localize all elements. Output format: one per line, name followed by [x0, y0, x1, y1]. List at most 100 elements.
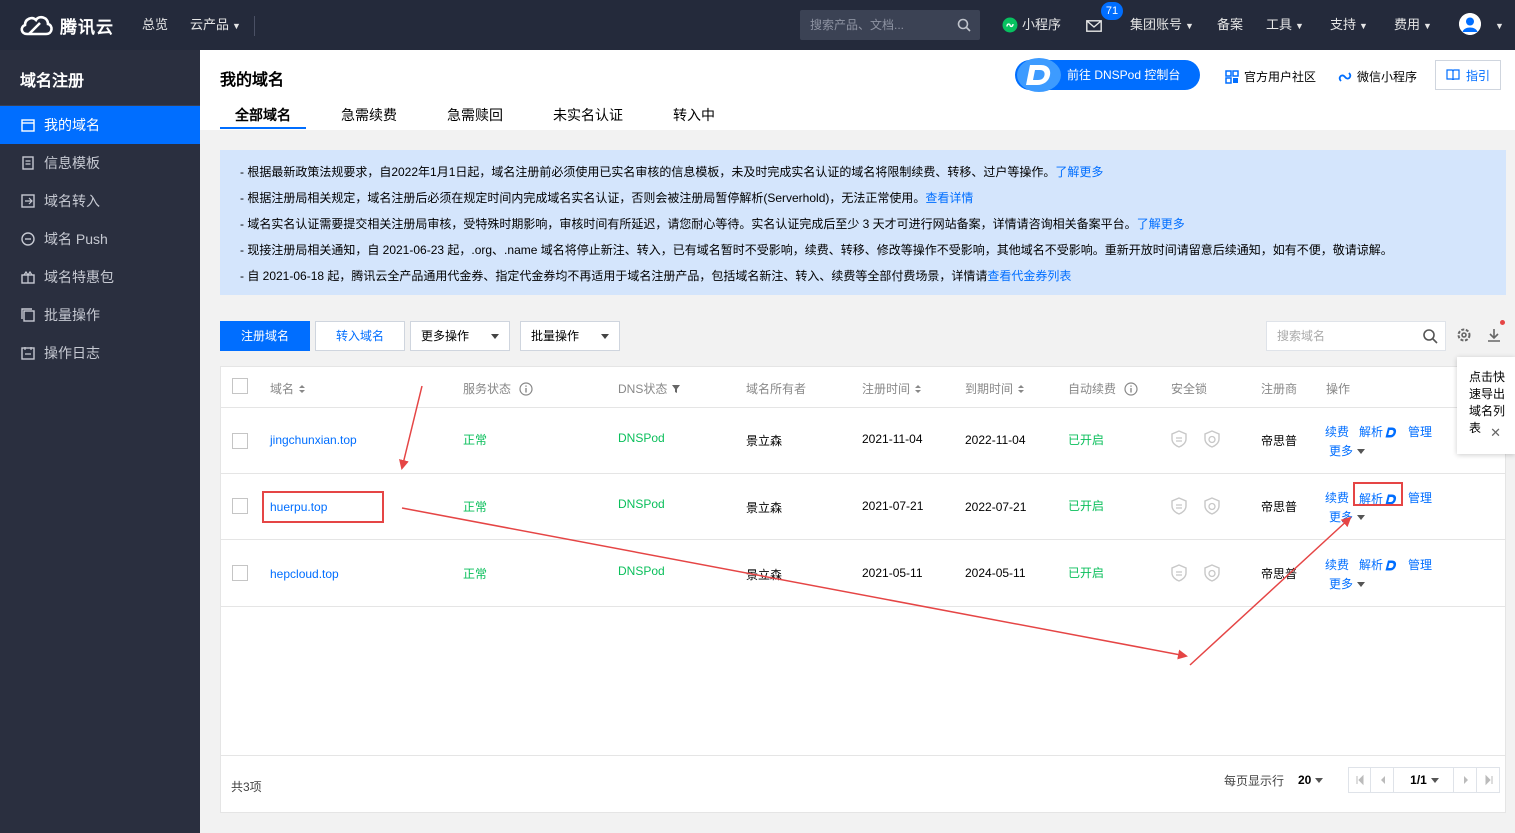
per-page-select[interactable]: 20	[1298, 773, 1324, 787]
more-action[interactable]: 更多	[1329, 575, 1366, 592]
page-select[interactable]: 1/1	[1396, 768, 1454, 792]
renew-action[interactable]: 续费	[1325, 423, 1349, 440]
nav-beian[interactable]: 备案	[1217, 0, 1243, 50]
resolve-action[interactable]: 解析	[1359, 556, 1397, 573]
select-all-checkbox[interactable]	[232, 378, 248, 394]
column-header-dns[interactable]: DNS状态	[618, 380, 681, 397]
user-avatar[interactable]	[1459, 13, 1481, 35]
column-header-exp-time[interactable]: 到期时间	[965, 380, 1025, 397]
sidebar-item-domain-transfer[interactable]: 域名转入	[0, 182, 200, 220]
domain-search-input[interactable]	[1267, 322, 1417, 350]
sidebar: 域名注册 我的域名 信息模板 域名转入 域名 Push 域名特惠包 批量操作 操…	[0, 50, 200, 833]
template-icon	[22, 156, 34, 170]
tab-urgent-renew[interactable]: 急需续费	[341, 105, 397, 131]
domain-owner: 景立森	[746, 568, 783, 582]
gear-icon[interactable]	[1456, 327, 1472, 343]
sidebar-item-info-template[interactable]: 信息模板	[0, 144, 200, 182]
batch-ops-dropdown[interactable]: 批量操作	[520, 321, 620, 351]
community-link[interactable]: 官方用户社区	[1225, 68, 1316, 85]
domain-link[interactable]: jingchunxian.top	[270, 433, 357, 447]
sidebar-item-label: 域名 Push	[44, 231, 108, 247]
registrar: 帝思普	[1261, 434, 1298, 448]
last-page-button[interactable]	[1478, 768, 1500, 792]
wechat-mini-link[interactable]: 微信小程序	[1338, 68, 1417, 85]
sidebar-item-my-domains[interactable]: 我的域名	[0, 106, 200, 144]
message-button[interactable]	[1086, 0, 1102, 50]
notice-link[interactable]: 查看代金券列表	[987, 269, 1071, 283]
update-lock-icon[interactable]	[1203, 497, 1221, 515]
notice-link[interactable]: 查看详情	[925, 191, 973, 205]
update-lock-icon[interactable]	[1203, 564, 1221, 582]
row-checkbox[interactable]	[232, 433, 248, 449]
nav-products[interactable]: 云产品 ▼	[190, 0, 241, 50]
column-header-lock: 安全锁	[1171, 380, 1207, 397]
sidebar-item-domain-package[interactable]: 域名特惠包	[0, 258, 200, 296]
renew-action[interactable]: 续费	[1325, 556, 1349, 573]
transfer-in-button[interactable]: 转入域名	[315, 321, 405, 351]
nav-group-account[interactable]: 集团账号 ▼	[1130, 0, 1194, 50]
more-action[interactable]: 更多	[1329, 442, 1366, 459]
guide-button[interactable]: 指引	[1435, 60, 1501, 90]
apps-icon	[1225, 69, 1239, 84]
notice-text: - 域名实名认证需要提交相关注册局审核，受特殊时期影响，审核时间有所延迟，请您耐…	[240, 217, 1137, 231]
nav-tools[interactable]: 工具 ▼	[1266, 0, 1304, 50]
first-page-icon	[1356, 774, 1364, 786]
global-search-input[interactable]	[800, 10, 950, 40]
more-ops-dropdown[interactable]: 更多操作	[410, 321, 510, 351]
first-page-button[interactable]	[1349, 768, 1371, 792]
avatar-menu-caret[interactable]: ▼	[1492, 0, 1504, 50]
manage-action[interactable]: 管理	[1408, 556, 1432, 573]
caret-down-icon	[1315, 778, 1324, 784]
manage-action[interactable]: 管理	[1408, 489, 1432, 506]
notice-link[interactable]: 了解更多	[1137, 217, 1185, 231]
next-page-button[interactable]	[1455, 768, 1477, 792]
manage-action[interactable]: 管理	[1408, 423, 1432, 440]
domain-link[interactable]: hepcloud.top	[270, 567, 339, 581]
row-checkbox[interactable]	[232, 565, 248, 581]
tab-unverified[interactable]: 未实名认证	[553, 105, 623, 131]
chevron-down-icon: ▼	[1185, 21, 1194, 31]
download-icon[interactable]	[1486, 327, 1502, 343]
sidebar-item-batch-ops[interactable]: 批量操作	[0, 296, 200, 334]
prev-page-button[interactable]	[1372, 768, 1394, 792]
miniprogram-label: 小程序	[1022, 17, 1062, 32]
register-domain-button[interactable]: 注册域名	[220, 321, 310, 351]
column-header-reg-time[interactable]: 注册时间	[862, 380, 922, 397]
column-header-domain[interactable]: 域名	[270, 380, 306, 397]
close-icon[interactable]: ✕	[1490, 424, 1501, 441]
renew-action[interactable]: 续费	[1325, 489, 1349, 506]
user-icon	[1459, 13, 1481, 35]
nav-overview[interactable]: 总览	[142, 0, 168, 50]
nav-billing[interactable]: 费用 ▼	[1394, 0, 1432, 50]
wechat-mini-label: 微信小程序	[1357, 70, 1418, 84]
page-title: 我的域名	[220, 72, 285, 89]
nav-support[interactable]: 支持 ▼	[1330, 0, 1368, 50]
sidebar-item-label: 我的域名	[44, 117, 100, 133]
transfer-lock-icon[interactable]	[1170, 497, 1188, 515]
info-icon[interactable]	[519, 381, 533, 396]
tab-transferring[interactable]: 转入中	[673, 105, 715, 131]
transfer-lock-icon[interactable]	[1170, 430, 1188, 448]
domain-table: 域名 服务状态 DNS状态 域名所有者 注册时间 到期时间 自动续费 安全锁 注…	[220, 366, 1506, 813]
resolve-action[interactable]: 解析	[1359, 423, 1397, 440]
nav-miniprogram[interactable]: 小程序	[1002, 0, 1061, 50]
more-ops-label: 更多操作	[421, 329, 470, 343]
more-action[interactable]: 更多	[1329, 508, 1366, 525]
search-icon[interactable]	[1422, 328, 1438, 344]
notice-link[interactable]: 了解更多	[1055, 165, 1103, 179]
transfer-lock-icon[interactable]	[1170, 564, 1188, 582]
sort-icon	[1018, 384, 1025, 393]
log-icon	[21, 347, 35, 360]
tencent-cloud-logo[interactable]: 腾讯云	[18, 11, 114, 39]
search-icon[interactable]	[957, 18, 971, 32]
page-header: 我的域名 前往 DNSPod 控制台 官方用户社区 微信小程序 指引 全部域名 …	[200, 50, 1515, 130]
sidebar-item-op-log[interactable]: 操作日志	[0, 334, 200, 372]
notice-line: - 域名实名认证需要提交相关注册局审核，受特殊时期影响，审核时间有所延迟，请您耐…	[240, 215, 1185, 232]
info-icon[interactable]	[1124, 381, 1138, 396]
sidebar-item-domain-push[interactable]: 域名 Push	[0, 220, 200, 258]
dnspod-console-button[interactable]: 前往 DNSPod 控制台	[1015, 58, 1200, 92]
tab-urgent-redeem[interactable]: 急需赎回	[447, 105, 503, 131]
row-checkbox[interactable]	[232, 498, 248, 514]
column-header-label: 安全锁	[1171, 382, 1208, 396]
update-lock-icon[interactable]	[1203, 430, 1221, 448]
